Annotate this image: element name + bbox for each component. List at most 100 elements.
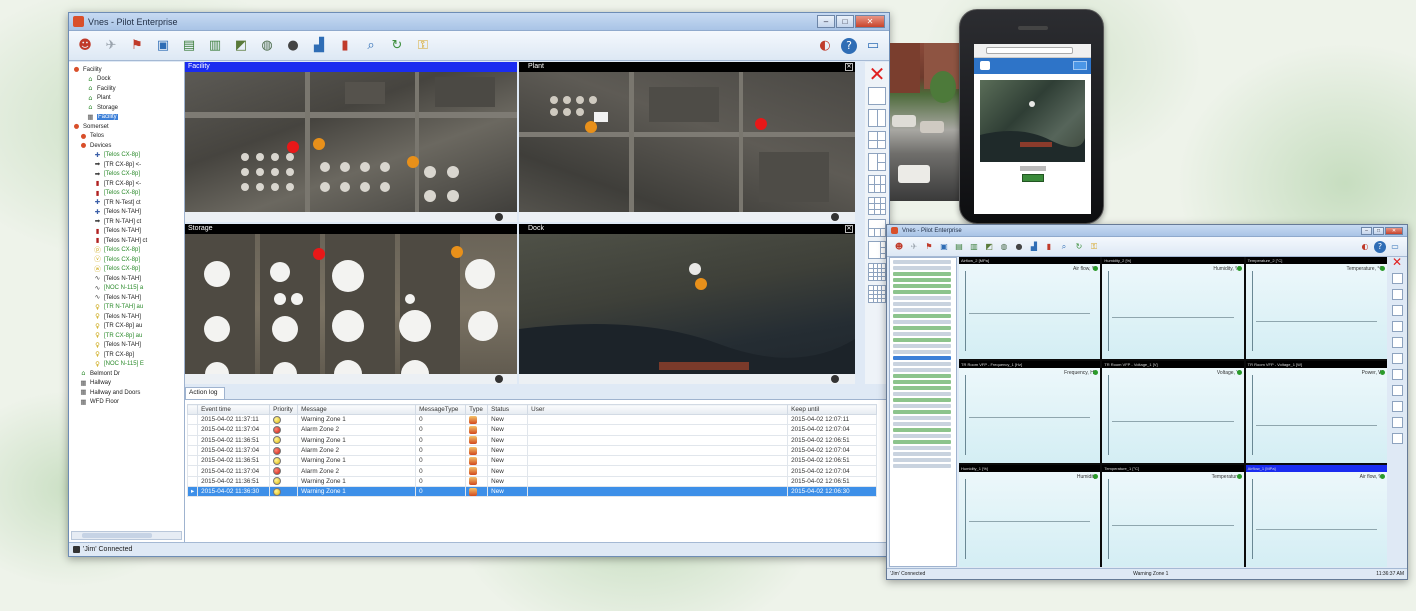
tree-item[interactable] xyxy=(893,259,951,264)
trend-chart[interactable]: Airflow_2 [MPa] Air flow, % xyxy=(959,257,1101,359)
bomb-icon[interactable]: ● xyxy=(1013,241,1025,253)
tree-item[interactable] xyxy=(893,379,951,384)
tree-item[interactable] xyxy=(893,289,951,294)
tree-item[interactable] xyxy=(893,385,951,390)
tree-item[interactable] xyxy=(893,349,951,354)
table-row[interactable]: 2015-04-02 11:37:11 Warning Zone 1 0 New 201… xyxy=(186,413,877,426)
fire-extinguisher-icon[interactable]: ▮ xyxy=(335,36,355,56)
tree-item[interactable]: ⌂ Plant xyxy=(73,94,182,104)
column-header[interactable]: Type xyxy=(465,404,489,415)
column-header[interactable]: Keep until xyxy=(787,404,877,415)
tree-item[interactable]: ▮ [Telos N-TAH] xyxy=(73,227,182,237)
tree-item[interactable]: ➡ [Telos CX-8p] xyxy=(73,170,182,180)
tree-item[interactable]: ▦ Hallway xyxy=(73,379,182,389)
help-icon[interactable]: ? xyxy=(1374,240,1386,253)
lock-icon[interactable]: ⚿ xyxy=(1088,241,1100,253)
tree-item[interactable]: ✚ [TR N-Test] ct xyxy=(73,198,182,208)
tree-item[interactable]: ▮ [TR CX-8p] <- xyxy=(73,179,182,189)
table-row[interactable]: 2015-04-02 11:37:04 Alarm Zone 2 0 New 2015-… xyxy=(186,465,877,477)
users-icon[interactable]: ☻ xyxy=(893,241,905,253)
tree-item[interactable] xyxy=(893,415,951,420)
trend-chart[interactable]: Airflow_1 [MPa] Air flow, % xyxy=(1245,465,1387,567)
tree-item[interactable] xyxy=(893,451,951,456)
tree-item[interactable]: ● Somerset xyxy=(73,122,182,132)
help-icon[interactable]: ? xyxy=(841,37,857,54)
layout-4x4-icon[interactable] xyxy=(868,263,886,281)
maximize-button[interactable]: □ xyxy=(1373,226,1384,235)
tree-item[interactable] xyxy=(893,355,951,360)
lock-icon[interactable]: ⚿ xyxy=(413,36,433,56)
layout-2x3-icon[interactable] xyxy=(1391,337,1403,348)
tree-item[interactable] xyxy=(893,361,951,366)
tree-item[interactable] xyxy=(893,325,951,330)
tree-item[interactable]: ♀ [TR CX-8p] xyxy=(73,350,182,360)
search-icon[interactable]: ⌕ xyxy=(1058,241,1070,253)
window-layout-icon[interactable]: ▭ xyxy=(863,36,883,56)
tree-item[interactable]: ✚ [Telos N-TAH] xyxy=(73,208,182,218)
layout-2x2-icon[interactable] xyxy=(868,131,886,149)
tree-item[interactable]: ⌂ Dock xyxy=(73,75,182,85)
minimize-button[interactable]: – xyxy=(1361,226,1372,235)
plane-icon[interactable]: ✈ xyxy=(101,36,121,56)
table-row[interactable]: 2015-04-02 11:36:51 Warning Zone 1 0 New 201… xyxy=(186,455,877,467)
connection-icon[interactable]: ◐ xyxy=(815,36,835,56)
tree-item[interactable]: ● Devices xyxy=(73,141,182,151)
tree-item[interactable] xyxy=(893,439,951,444)
tree-item[interactable]: ⓦ [Telos CX-8p] xyxy=(73,265,182,275)
phone-map-view[interactable] xyxy=(980,80,1085,162)
close-layout-icon[interactable]: ✕ xyxy=(868,64,886,84)
tree-item[interactable]: ♀ [Telos N-TAH] xyxy=(73,341,182,351)
layout-3x3-icon[interactable] xyxy=(868,197,886,215)
tree-scrollbar[interactable] xyxy=(71,531,182,540)
tree-item[interactable]: ⓥ [Telos CX-8p] xyxy=(73,255,182,265)
close-icon[interactable]: ✕ xyxy=(845,63,853,71)
table-row[interactable]: 2015-04-02 11:36:51 Warning Zone 1 0 New 201… xyxy=(186,475,877,488)
trend-chart[interactable]: TR Room VFP - Frequency_1 [Hz] Frequency,… xyxy=(959,361,1101,463)
tree-item[interactable]: ⌂ Facility xyxy=(73,84,182,94)
layout-2x3-icon[interactable] xyxy=(868,175,886,193)
chart-icon[interactable]: ▟ xyxy=(1028,241,1040,253)
menu-icon[interactable] xyxy=(1073,61,1087,70)
tree-item[interactable] xyxy=(893,283,951,288)
tree-item[interactable]: ∿ [Telos N-TAH] xyxy=(73,274,182,284)
refresh-icon[interactable]: ↻ xyxy=(1073,241,1085,253)
window-layout-icon[interactable]: ▭ xyxy=(1389,241,1401,253)
layout-grid-icon[interactable] xyxy=(1391,417,1403,428)
tree-item[interactable] xyxy=(893,271,951,276)
search-icon[interactable]: ⌕ xyxy=(361,36,381,56)
layout-mixed-icon[interactable] xyxy=(868,219,886,237)
monitor-icon[interactable]: ▣ xyxy=(153,36,173,56)
tree-item[interactable]: ▮ [Telos N-TAH] ct xyxy=(73,236,182,246)
plane-icon[interactable]: ✈ xyxy=(908,241,920,253)
fire-extinguisher-icon[interactable]: ▮ xyxy=(1043,241,1055,253)
tree-item[interactable] xyxy=(893,295,951,300)
tree-item[interactable]: ▦ Facility xyxy=(73,113,182,123)
tree-item[interactable] xyxy=(893,301,951,306)
tree-item[interactable] xyxy=(893,421,951,426)
tree-item[interactable] xyxy=(893,319,951,324)
layout-3x3-icon[interactable] xyxy=(1391,353,1403,364)
trend-chart[interactable]: Temperature_1 [°C] Temperature xyxy=(1102,465,1244,567)
tab-action-log[interactable]: Action log xyxy=(185,387,225,399)
layout-1x1-icon[interactable] xyxy=(868,87,886,105)
trend-chart[interactable]: Humidity_1 [%] Humidity xyxy=(959,465,1101,567)
maximize-button[interactable]: □ xyxy=(836,15,854,28)
tree-item[interactable]: ♀ [TR N-TAH] au xyxy=(73,303,182,313)
tree-item[interactable] xyxy=(893,391,951,396)
tree-item[interactable]: ▮ [Telos CX-8p] xyxy=(73,189,182,199)
tree-item[interactable]: ✚ [Telos CX-8p] xyxy=(73,151,182,161)
tree-item[interactable]: ♀ [TR CX-8p] au xyxy=(73,331,182,341)
column-header[interactable]: User xyxy=(527,404,789,415)
tree-item[interactable] xyxy=(893,331,951,336)
tree-item[interactable] xyxy=(893,397,951,402)
map-pane-storage[interactable]: Storage xyxy=(185,224,517,384)
table-row[interactable]: 2015-04-02 11:37:04 Alarm Zone 2 0 New 2015-… xyxy=(186,444,877,457)
layout-side-icon[interactable] xyxy=(1391,385,1403,396)
tree-item[interactable]: ♀ [Telos N-TAH] xyxy=(73,312,182,322)
tree-item[interactable]: ⌂ Storage xyxy=(73,103,182,113)
column-header[interactable]: Status xyxy=(487,404,529,415)
tree-item[interactable] xyxy=(893,457,951,462)
tree-item[interactable]: ∿ [Telos N-TAH] xyxy=(73,293,182,303)
tree-item[interactable] xyxy=(893,433,951,438)
tree-item[interactable] xyxy=(893,307,951,312)
